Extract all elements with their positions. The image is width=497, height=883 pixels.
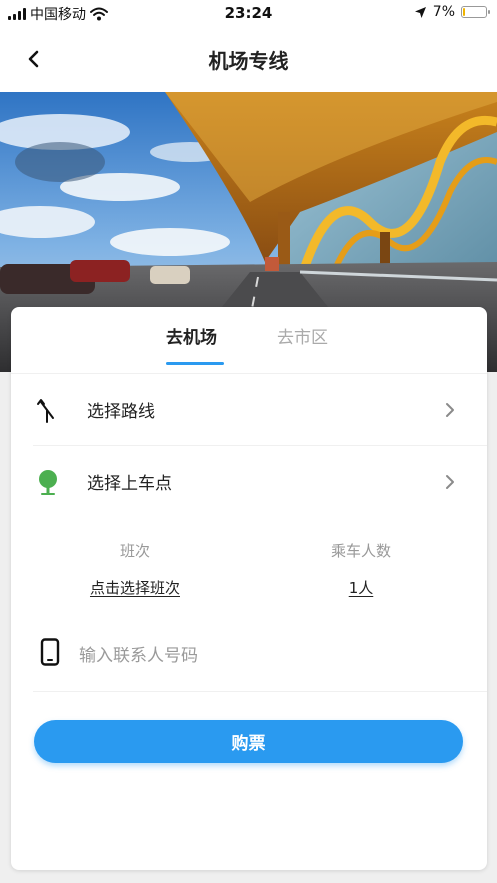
select-route-row[interactable]: 选择路线 [11,374,487,446]
select-pickup-row[interactable]: 选择上车点 [11,446,487,518]
select-route-label: 选择路线 [87,402,155,422]
status-bar: 中国移动 23:24 7% [0,0,497,26]
tab-to-city[interactable]: 去市区 [277,323,328,348]
screen: 中国移动 23:24 7% 机场专线 去机场 去市区 选择路线 选择上车点 班次… [0,0,497,883]
tab-bar: 去机场 去市区 [11,307,487,374]
battery-percent: 7% [432,4,455,20]
page-title: 机场专线 [208,49,289,73]
row-divider [33,691,487,692]
booking-card: 去机场 去市区 选择路线 选择上车点 班次 点击选择班次 乘车人数 1人 输入联… [11,307,487,870]
phone-icon [40,638,60,666]
tab-active-indicator [166,362,224,365]
tree-pin-icon [39,470,57,495]
chevron-right-icon [446,403,454,417]
chevron-right-icon [446,475,454,489]
buy-ticket-button[interactable]: 购票 [34,720,463,763]
route-merge-icon [37,399,54,423]
battery-icon [461,6,490,18]
tab-to-airport[interactable]: 去机场 [166,323,217,348]
contact-phone-row [11,620,487,692]
nav-bar: 机场专线 [0,26,497,92]
select-pickup-label: 选择上车点 [87,474,172,494]
location-arrow-icon [414,6,426,18]
schedule-header: 班次 [119,542,150,560]
schedule-select-link[interactable]: 点击选择班次 [65,577,205,598]
passengers-header: 乘车人数 [330,542,391,560]
battery-level [463,8,465,16]
contact-phone-input[interactable] [79,642,439,670]
passenger-count-selector[interactable]: 1人 [331,577,391,598]
status-right: 7% [414,4,490,20]
